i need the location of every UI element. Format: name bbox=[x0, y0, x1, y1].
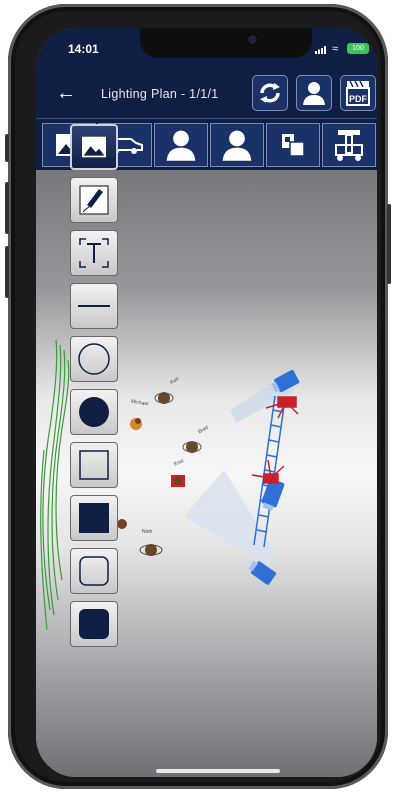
rotate-button[interactable] bbox=[252, 75, 288, 111]
crate-icon bbox=[282, 134, 305, 157]
circle-filled-icon bbox=[79, 397, 109, 427]
palette-rounded-square-filled-button[interactable] bbox=[70, 601, 118, 647]
person-icon bbox=[166, 130, 196, 161]
actor-label: Ninh bbox=[142, 529, 153, 535]
light-fixture-bottom bbox=[248, 560, 276, 585]
palette-circle-filled-button[interactable] bbox=[70, 389, 118, 435]
actor-marker bbox=[139, 544, 163, 556]
green-scribble bbox=[40, 339, 70, 631]
actor-marker bbox=[130, 418, 142, 430]
phone-volume-down-button bbox=[5, 246, 9, 298]
actor-marker bbox=[117, 519, 127, 529]
plan-canvas[interactable]: Kurt Michael Brad Emil Ninh bbox=[36, 124, 377, 777]
person-button[interactable] bbox=[296, 75, 332, 111]
page-title: Lighting Plan - 1/1/1 bbox=[101, 87, 219, 101]
palette-square-outline-button[interactable] bbox=[70, 442, 118, 488]
phone-frame: 14:01 ≈ 100 ← Lighting Plan - 1/1/1 PDF … bbox=[5, 4, 391, 789]
grip-cart-icon bbox=[335, 130, 363, 161]
palette-square-filled-button[interactable] bbox=[70, 495, 118, 541]
palette-image-button[interactable] bbox=[70, 124, 118, 170]
toolbar-grip-cart-button[interactable] bbox=[322, 123, 376, 167]
pen-icon bbox=[79, 185, 109, 215]
svg-text:PDF: PDF bbox=[349, 94, 368, 104]
app-screen: 14:01 ≈ 100 ← Lighting Plan - 1/1/1 PDF … bbox=[36, 28, 377, 777]
wifi-icon: ≈ bbox=[332, 43, 339, 55]
home-indicator[interactable] bbox=[156, 769, 280, 773]
person-icon bbox=[222, 130, 252, 161]
palette-text-button[interactable] bbox=[70, 230, 118, 276]
phone-notch bbox=[140, 28, 312, 58]
signal-icon bbox=[315, 46, 326, 54]
circle-outline-icon bbox=[78, 343, 110, 375]
phone-power-button bbox=[387, 204, 391, 284]
actor-marker bbox=[182, 441, 202, 453]
pdf-export-icon: PDF bbox=[346, 80, 370, 106]
palette-circle-outline-button[interactable] bbox=[70, 336, 118, 382]
rotate-arrows-icon bbox=[260, 83, 280, 103]
text-icon bbox=[79, 238, 109, 268]
camera-icon bbox=[248, 35, 257, 44]
light-stand-middle bbox=[251, 459, 285, 484]
toolbar-person-button-2[interactable] bbox=[210, 123, 264, 167]
palette-rounded-square-outline-button[interactable] bbox=[70, 548, 118, 594]
actor-marker bbox=[154, 392, 174, 404]
line-icon bbox=[78, 305, 110, 307]
image-icon bbox=[82, 136, 106, 158]
square-filled-icon bbox=[79, 503, 109, 533]
toolbar-person-button-1[interactable] bbox=[154, 123, 208, 167]
battery-icon: 100 bbox=[347, 43, 369, 54]
square-outline-icon bbox=[79, 450, 109, 480]
phone-volume-up-button bbox=[5, 182, 9, 234]
palette-pen-button[interactable] bbox=[70, 177, 118, 223]
toolbar-crate-button[interactable] bbox=[266, 123, 320, 167]
rounded-square-outline-icon bbox=[79, 556, 109, 586]
nav-bar: ← Lighting Plan - 1/1/1 PDF bbox=[36, 72, 377, 118]
palette-line-button[interactable] bbox=[70, 283, 118, 329]
rounded-square-filled-icon bbox=[79, 609, 109, 639]
pdf-export-button[interactable]: PDF bbox=[340, 75, 376, 111]
person-icon bbox=[303, 82, 325, 105]
actor-marker bbox=[171, 475, 185, 487]
back-arrow-icon[interactable]: ← bbox=[56, 82, 76, 105]
status-time: 14:01 bbox=[68, 42, 99, 56]
phone-side-button bbox=[5, 134, 9, 162]
